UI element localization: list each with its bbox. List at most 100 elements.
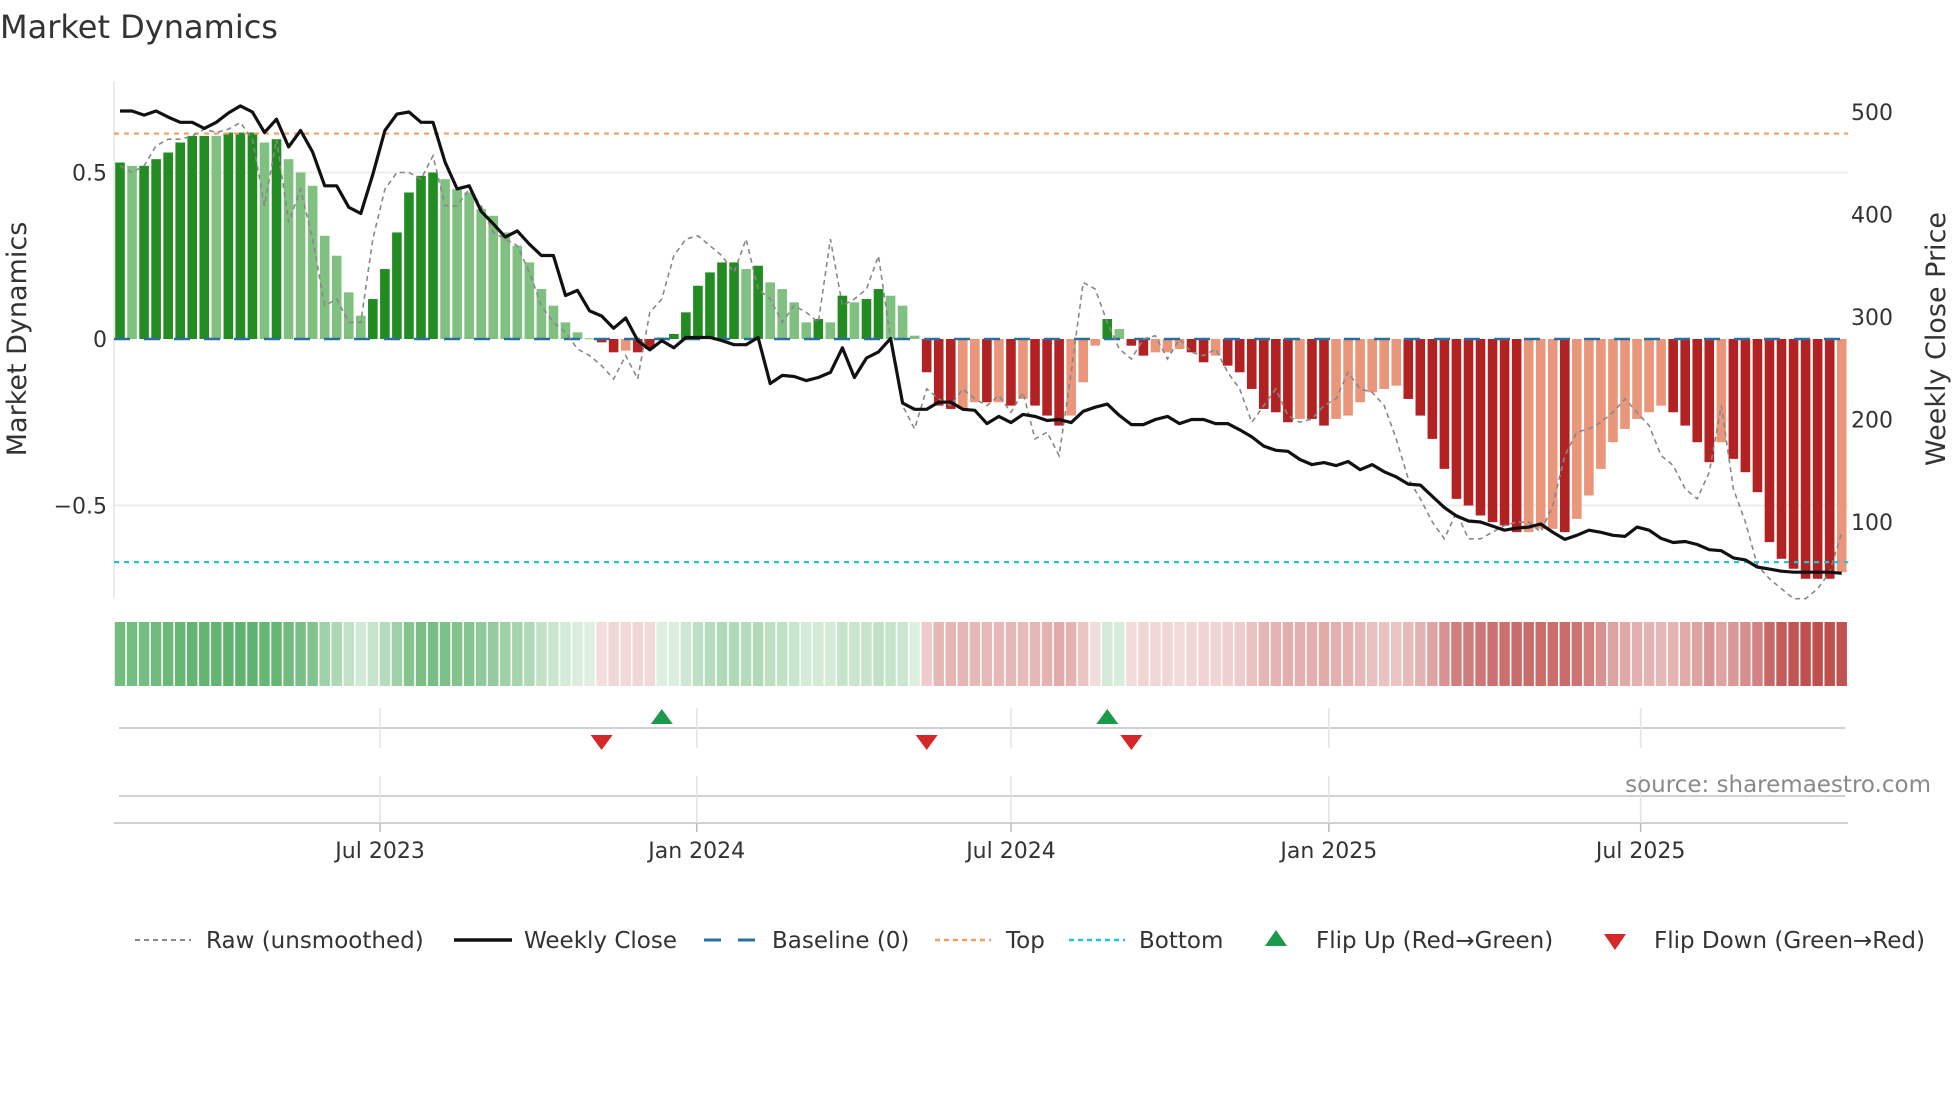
- momentum-bar: [1234, 339, 1245, 373]
- strip-cell: [343, 622, 354, 686]
- x-tick-label: Jul 2025: [1594, 839, 1686, 864]
- y2-tick-label: 400: [1851, 204, 1893, 229]
- momentum-bar: [1740, 339, 1751, 473]
- strip-cell: [921, 622, 932, 686]
- strip-cell: [1258, 622, 1270, 686]
- momentum-bar: [464, 192, 474, 339]
- chart-title: Market Dynamics: [0, 8, 278, 46]
- raw-unsmoothed-line: [119, 121, 1843, 600]
- flip-down-marker-icon: [590, 735, 613, 750]
- strip-cell: [692, 622, 704, 686]
- strip-cell: [764, 622, 776, 686]
- strip-cell: [415, 622, 427, 686]
- momentum-bar: [428, 172, 438, 339]
- momentum-bar: [789, 302, 800, 339]
- strip-cell: [403, 622, 415, 686]
- strip-cell: [1499, 622, 1510, 686]
- right-y-axis-label: Weekly Close Price: [1921, 212, 1952, 466]
- left-y-ticks: 0.5 0 −0.5: [54, 162, 107, 520]
- momentum-bar: [235, 132, 246, 339]
- momentum-bar: [1186, 339, 1197, 353]
- strip-cell: [524, 622, 535, 686]
- momentum-bar: [1475, 339, 1486, 516]
- momentum-bar: [1836, 339, 1847, 573]
- x-ticks: Jul 2023 Jan 2024 Jul 2024 Jan 2025 Jul 2025: [333, 708, 1685, 864]
- legend-label: Flip Down (Green→Red): [1654, 928, 1925, 954]
- legend-item-flip-down: Flip Down (Green→Red): [1604, 928, 1925, 954]
- momentum-bar: [584, 338, 595, 340]
- momentum-bar: [1222, 339, 1233, 366]
- strip-cell: [439, 622, 451, 686]
- legend-label: Weekly Close: [524, 928, 677, 954]
- strip-cell: [728, 622, 740, 686]
- momentum-bar: [247, 132, 258, 339]
- strip-cell: [584, 622, 595, 686]
- momentum-bar: [1487, 339, 1498, 523]
- strip-cell: [1294, 622, 1306, 686]
- y-tick-label: 0: [93, 328, 107, 353]
- momentum-bar: [909, 335, 920, 339]
- momentum-bar: [1319, 339, 1329, 426]
- strip-cell: [1246, 622, 1257, 686]
- momentum-bar: [331, 255, 342, 339]
- momentum-bar: [524, 262, 535, 339]
- strip-cell: [1198, 622, 1209, 686]
- strip-cell: [331, 622, 342, 686]
- strip-cell: [1716, 622, 1727, 686]
- momentum-bar: [608, 339, 619, 353]
- strip-cell: [427, 622, 439, 686]
- strip-cell: [367, 622, 379, 686]
- strip-cell: [837, 622, 848, 686]
- source-label: source: sharemaestro.com: [1625, 772, 1931, 798]
- momentum-bar: [994, 339, 1004, 403]
- strip-cell: [1270, 622, 1282, 686]
- flip-up-marker-icon: [1096, 709, 1119, 724]
- momentum-bar: [488, 215, 499, 339]
- strip-cell: [873, 622, 884, 686]
- momentum-bar: [1259, 339, 1269, 409]
- momentum-bar: [885, 295, 896, 339]
- momentum-bar: [921, 339, 932, 373]
- momentum-bar: [452, 189, 462, 339]
- strip-cell: [1378, 622, 1390, 686]
- momentum-bar: [873, 289, 884, 339]
- strip-cell: [1391, 622, 1402, 686]
- flip-up-marker-icon: [650, 709, 673, 724]
- strip-cell: [1655, 622, 1667, 686]
- legend-label: Flip Up (Red→Green): [1316, 928, 1553, 954]
- momentum-bar: [199, 135, 210, 339]
- strip-cell: [126, 622, 138, 686]
- strip-cell: [897, 622, 908, 686]
- momentum-bar: [1439, 339, 1450, 469]
- strip-cell: [1065, 622, 1077, 686]
- y2-tick-label: 200: [1851, 409, 1893, 434]
- strip-cell: [379, 622, 391, 686]
- momentum-bar: [1620, 339, 1630, 429]
- strip-cell: [1487, 622, 1498, 686]
- momentum-bar: [1391, 339, 1402, 386]
- strip-cell: [1210, 622, 1221, 686]
- momentum-bar: [115, 162, 125, 339]
- momentum-bar: [1114, 329, 1125, 339]
- momentum-bar: [1463, 339, 1474, 506]
- momentum-bar: [151, 159, 161, 339]
- weekly-close-line: [120, 104, 1842, 575]
- strip-cell: [620, 622, 631, 686]
- momentum-bar: [1632, 339, 1642, 419]
- momentum-bar: [729, 262, 739, 339]
- x-tick-label: Jul 2023: [333, 839, 425, 864]
- strip-cell: [235, 622, 246, 686]
- strip-cell: [1631, 622, 1643, 686]
- momentum-bar: [765, 282, 775, 339]
- y2-tick-label: 300: [1851, 306, 1893, 331]
- momentum-bar: [127, 165, 137, 339]
- momentum-bar: [1764, 339, 1775, 543]
- legend-label: Raw (unsmoothed): [206, 928, 424, 954]
- strip-cell: [1041, 622, 1053, 686]
- strip-cell: [957, 622, 969, 686]
- momentum-bar: [777, 289, 787, 339]
- momentum-bar: [1499, 339, 1510, 526]
- momentum-bar: [1367, 339, 1377, 393]
- momentum-bar: [1355, 339, 1365, 403]
- flip-marker-panel: [114, 727, 1848, 824]
